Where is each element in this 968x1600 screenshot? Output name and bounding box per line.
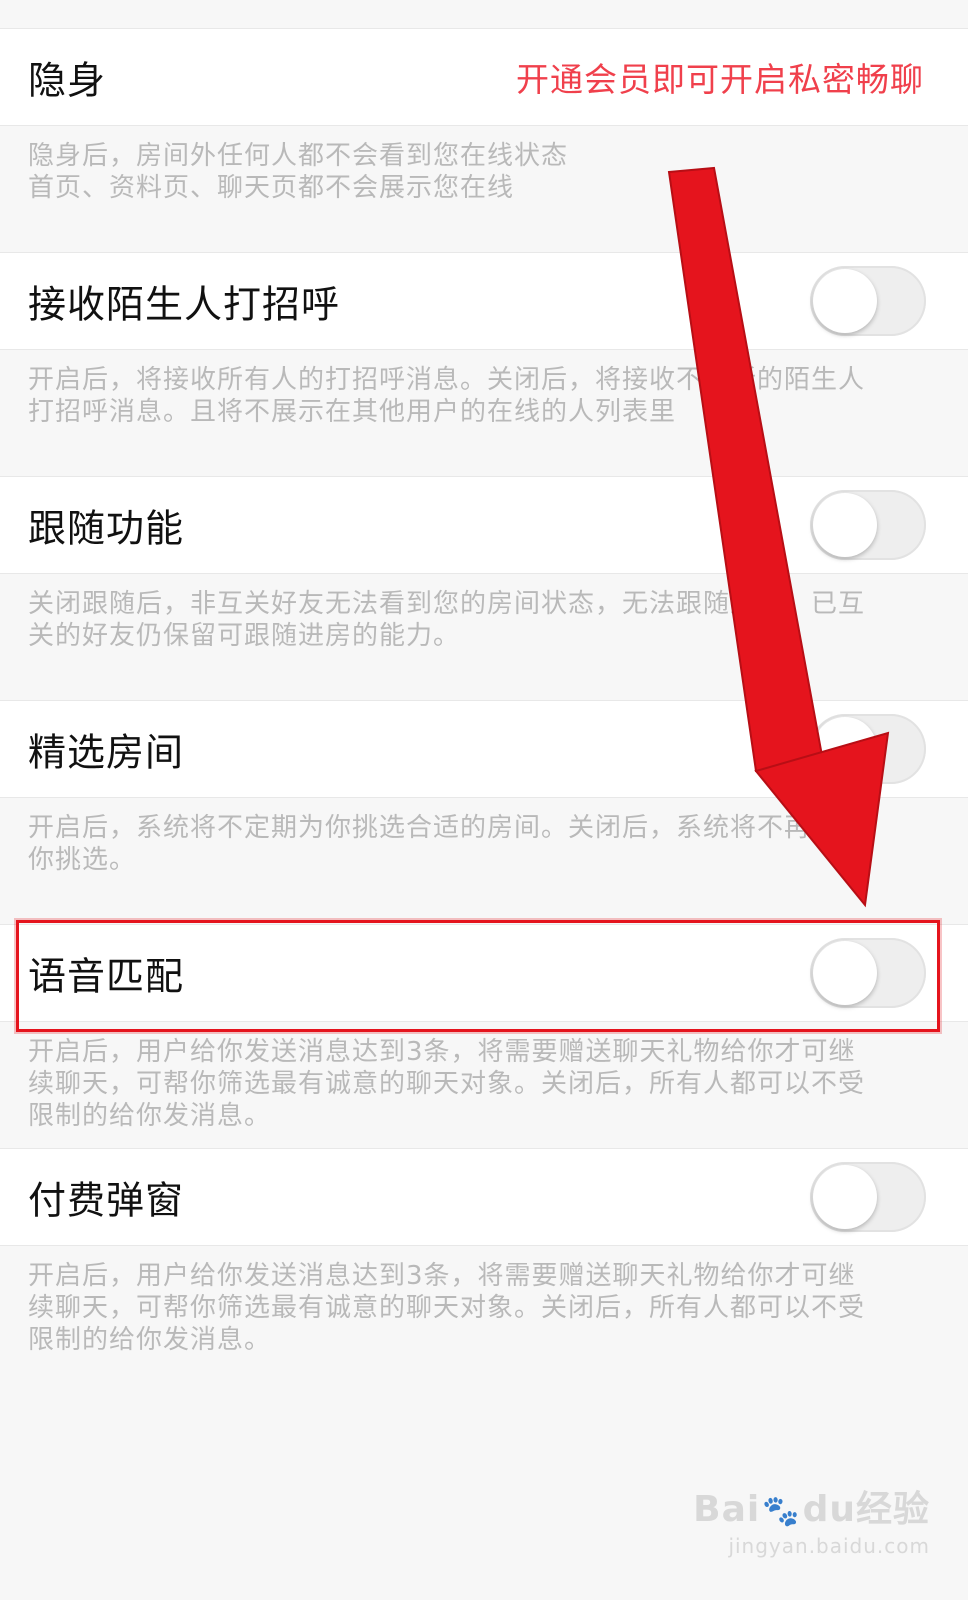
watermark-brand-cn: 经验: [855, 1489, 930, 1530]
desc-line: 开启后，用户给你发送消息达到3条，将需要赠送聊天礼物给你才可继: [28, 1037, 856, 1067]
toggle-knob: [813, 493, 877, 557]
baidu-jingyan-watermark: Bai🐾du经验 jingyan.baidu.com: [693, 1480, 930, 1558]
toggle-knob: [813, 941, 877, 1005]
toggle-knob: [813, 269, 877, 333]
desc-line: 打招呼消息。且将不展示在其他用户的在线的人列表里: [28, 397, 677, 427]
desc-line: 首页、资料页、聊天页都不会展示您在线: [28, 173, 515, 203]
setting-title-invisible: 隐身: [28, 58, 107, 103]
setting-desc-paid-popup: 开启后，用户给你发送消息达到3条，将需要赠送聊天礼物给你才可继 续聊天，可帮你筛…: [0, 1246, 968, 1386]
stranger-greeting-toggle[interactable]: [810, 266, 926, 336]
paw-icon: 🐾: [762, 1494, 801, 1529]
watermark-brand: Bai🐾du经验: [693, 1480, 930, 1532]
toggle-knob: [813, 1165, 877, 1229]
setting-title-follow: 跟随功能: [28, 506, 185, 551]
watermark-brand-du: du: [802, 1489, 856, 1530]
setting-desc-voice-match: 开启后，用户给你发送消息达到3条，将需要赠送聊天礼物给你才可继 续聊天，可帮你筛…: [0, 1022, 968, 1148]
toggle-knob: [813, 717, 877, 781]
setting-row-follow: 跟随功能: [0, 476, 968, 574]
top-spacer: [0, 0, 968, 28]
desc-line: 你挑选。: [28, 845, 137, 875]
setting-desc-invisible: 隐身后，房间外任何人都不会看到您在线状态 首页、资料页、聊天页都不会展示您在线: [0, 126, 968, 252]
paid-popup-toggle[interactable]: [810, 1162, 926, 1232]
desc-line: 开启后，将接收所有人的打招呼消息。关闭后，将接收不到新的陌生人: [28, 365, 866, 395]
follow-toggle[interactable]: [810, 490, 926, 560]
setting-desc-stranger-greeting: 开启后，将接收所有人的打招呼消息。关闭后，将接收不到新的陌生人 打招呼消息。且将…: [0, 350, 968, 476]
desc-line: 限制的给你发消息。: [28, 1101, 272, 1131]
watermark-brand-bai: Bai: [693, 1489, 761, 1530]
voice-match-toggle[interactable]: [810, 938, 926, 1008]
desc-line: 关闭跟随后，非互关好友无法看到您的房间状态，无法跟随进房。已互: [28, 589, 866, 619]
setting-row-paid-popup: 付费弹窗: [0, 1148, 968, 1246]
setting-row-voice-match: 语音匹配: [0, 924, 968, 1022]
desc-line: 续聊天，可帮你筛选最有诚意的聊天对象。关闭后，所有人都可以不受: [28, 1069, 866, 1099]
setting-desc-follow: 关闭跟随后，非互关好友无法看到您的房间状态，无法跟随进房。已互 关的好友仍保留可…: [0, 574, 968, 700]
setting-desc-featured-rooms: 开启后，系统将不定期为你挑选合适的房间。关闭后，系统将不再为 你挑选。: [0, 798, 968, 924]
desc-line: 隐身后，房间外任何人都不会看到您在线状态: [28, 141, 569, 171]
setting-row-featured-rooms: 精选房间: [0, 700, 968, 798]
featured-rooms-toggle[interactable]: [810, 714, 926, 784]
desc-line: 开启后，用户给你发送消息达到3条，将需要赠送聊天礼物给你才可继: [28, 1261, 856, 1291]
setting-title-featured-rooms: 精选房间: [28, 730, 185, 775]
vip-upgrade-link[interactable]: 开通会员即可开启私密畅聊: [516, 53, 924, 101]
setting-row-invisible: 隐身 开通会员即可开启私密畅聊: [0, 28, 968, 126]
setting-row-stranger-greeting: 接收陌生人打招呼: [0, 252, 968, 350]
setting-title-voice-match: 语音匹配: [28, 954, 185, 999]
desc-line: 开启后，系统将不定期为你挑选合适的房间。关闭后，系统将不再为: [28, 813, 839, 843]
desc-line: 续聊天，可帮你筛选最有诚意的聊天对象。关闭后，所有人都可以不受: [28, 1293, 866, 1323]
setting-title-paid-popup: 付费弹窗: [28, 1178, 185, 1223]
setting-title-stranger-greeting: 接收陌生人打招呼: [28, 282, 341, 327]
desc-line: 限制的给你发消息。: [28, 1325, 272, 1355]
desc-line: 关的好友仍保留可跟随进房的能力。: [28, 621, 461, 651]
watermark-url: jingyan.baidu.com: [728, 1534, 930, 1558]
